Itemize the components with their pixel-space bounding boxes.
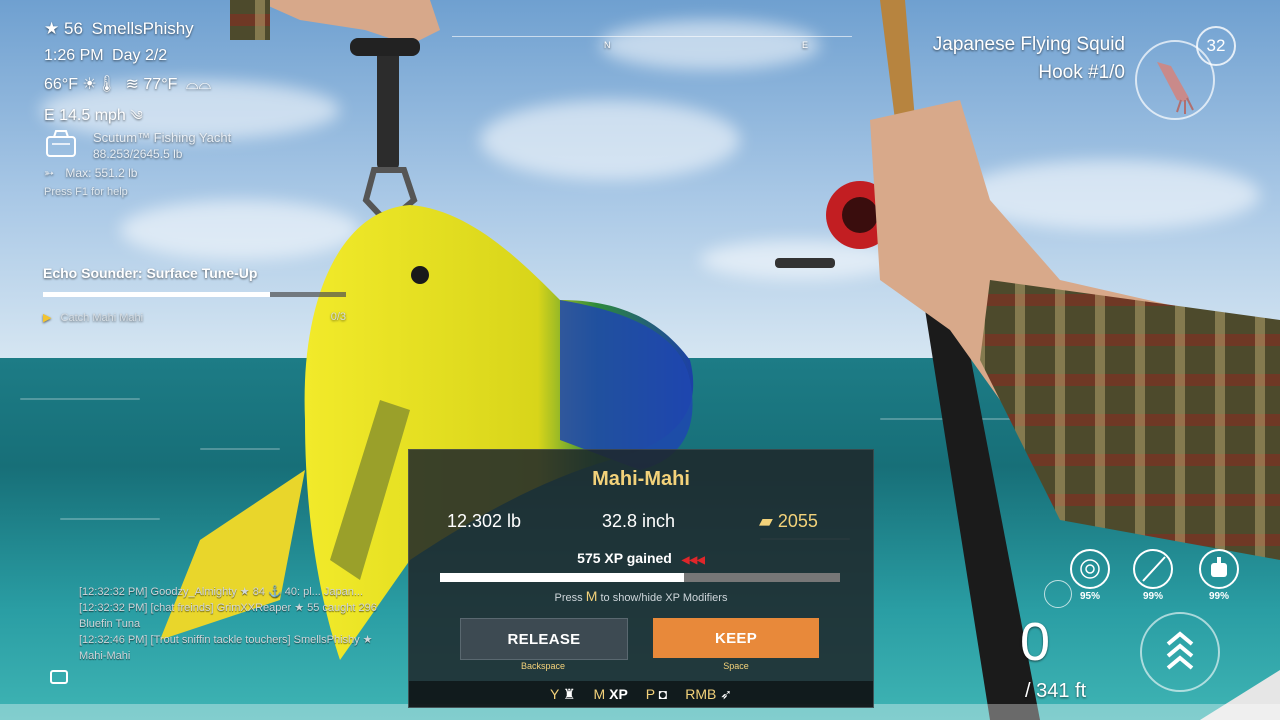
fish-value: ▰ 2055 xyxy=(759,511,818,532)
camera-icon: ◘ xyxy=(658,686,668,702)
chat-line: [12:32:46 PM] [Trout sniffin tackle touc… xyxy=(79,634,373,646)
compass-east: E xyxy=(802,40,809,50)
xp-hint-key: M xyxy=(585,588,598,604)
retrieve-chevrons-icon xyxy=(1166,631,1194,670)
quest-progress-fill xyxy=(43,292,271,297)
hotkey-key: P xyxy=(645,686,655,702)
rod-icon xyxy=(1142,556,1166,582)
trophy-icon: ♜ xyxy=(562,685,576,702)
bait-count: 32 xyxy=(1196,26,1236,66)
line-percent: 95% xyxy=(1079,591,1100,602)
release-hotkey: Backspace xyxy=(520,661,566,671)
water-temp: 77°F xyxy=(143,76,178,93)
chat-line: [12:32:32 PM] [chat freinds] GrimXXReape… xyxy=(79,602,377,614)
level-star-icon: ★ xyxy=(44,19,60,38)
wind-icon: ༄ xyxy=(130,108,143,123)
hotkey-key: M xyxy=(593,686,606,702)
hotkey-key: RMB xyxy=(685,685,717,702)
hotkey-bar: Y ♜ M XP P ◘ RMB ➶ xyxy=(409,681,873,707)
player-level: 56 xyxy=(63,19,83,38)
sunglasses-icon: ⌓⌓ xyxy=(185,76,212,93)
bait-hotkey[interactable]: RMB ➶ xyxy=(685,686,732,703)
rod-gauge[interactable] xyxy=(1133,549,1173,589)
line-spool-icon xyxy=(1080,559,1100,579)
reel-percent: 99% xyxy=(1208,591,1229,602)
chat-line: Mahi-Mahi xyxy=(79,650,131,662)
game-time: 1:26 PM Day 2/2 xyxy=(44,47,167,65)
boat-capacity: 88.253/2645.5 lb xyxy=(93,147,183,161)
xp-hotkey[interactable]: M XP xyxy=(594,686,628,702)
air-temp: 66°F xyxy=(44,76,78,93)
quest-title: Echo Sounder: Surface Tune-Up xyxy=(43,265,258,281)
boat-name: Scutum™ Fishing Yacht xyxy=(93,130,232,145)
sun-icon: ☀ xyxy=(82,76,97,93)
help-hint: Press F1 for help xyxy=(44,186,128,198)
rod-percent: 99% xyxy=(1142,591,1163,602)
xp-progress-fill xyxy=(440,573,684,582)
fish-species: Mahi-Mahi xyxy=(592,468,690,490)
game-scene: ★ 56 SmellsPhishy 1:26 PM Day 2/2 66°F ☀… xyxy=(0,0,1280,720)
compass-bar xyxy=(452,36,852,37)
fish-value-amount: 2055 xyxy=(777,511,818,531)
xp-gained-row: 575 XP gained ◀◀◀ xyxy=(409,550,873,566)
depth-max: / 341 ft xyxy=(1025,680,1087,702)
fish-icon: ➶ xyxy=(720,685,732,702)
chat-icon[interactable] xyxy=(50,670,68,684)
hotkey-label: XP xyxy=(609,686,628,702)
thermometer-icon: 🌡︎ xyxy=(96,76,118,93)
leader-gauge[interactable] xyxy=(1044,580,1072,608)
max-weight: Max: 551.2 lb xyxy=(65,166,138,180)
photo-hotkey[interactable]: P ◘ xyxy=(646,686,667,702)
keep-hotkey: Space xyxy=(723,661,749,671)
xp-hint-pre: Press xyxy=(554,592,583,604)
hotkey-key: Y xyxy=(550,685,560,702)
reel-gauge[interactable] xyxy=(1199,549,1239,589)
day-counter: Day 2/2 xyxy=(112,47,168,64)
compass-north: N xyxy=(604,40,611,50)
clock: 1:26 PM xyxy=(44,47,104,64)
fish-icon: ➳ xyxy=(44,166,55,180)
xp-hint: Press M to show/hide XP Modifiers xyxy=(409,588,873,604)
player-info: ★ 56 SmellsPhishy xyxy=(44,19,194,39)
xp-arrows-icon: ◀◀◀ xyxy=(681,555,705,566)
chat-line: Bluefin Tuna xyxy=(79,618,141,630)
boat-info: Scutum™ Fishing Yacht 88.253/2645.5 lb xyxy=(44,128,244,164)
wind-speed: E 14.5 mph xyxy=(44,107,126,124)
quest-progress-bar xyxy=(43,292,346,297)
cooler-icon xyxy=(46,130,76,157)
hook-size: Hook #1/0 xyxy=(1038,62,1125,83)
xp-hint-post: to show/hide XP Modifiers xyxy=(600,592,728,604)
xp-progress-bar xyxy=(440,573,840,582)
xp-gained: 575 XP gained xyxy=(577,550,672,566)
depth-dial[interactable] xyxy=(1140,612,1220,692)
line-gauge[interactable] xyxy=(1070,549,1110,589)
weather-row: 66°F ☀🌡︎ ≋ 77°F ⌓⌓ xyxy=(44,74,211,94)
catch-panel: Mahi-Mahi 12.302 lb 32.8 inch ▰ 2055 575… xyxy=(408,449,874,708)
trophy-hotkey[interactable]: Y ♜ xyxy=(550,686,576,703)
fish-length: 32.8 inch xyxy=(602,511,676,531)
quest-count: 0/3 xyxy=(330,311,346,323)
player-name: SmellsPhishy xyxy=(91,19,194,38)
bait-name: Japanese Flying Squid xyxy=(932,34,1125,55)
objective-arrow-icon: ▶ xyxy=(43,312,52,324)
fish-weight: 12.302 lb xyxy=(447,511,522,531)
money-icon: ▰ xyxy=(759,511,773,531)
reel-icon xyxy=(1211,557,1227,577)
quest-objective: Catch Mahi Mahi xyxy=(60,312,144,324)
keep-button[interactable]: KEEP xyxy=(653,618,819,658)
depth-current: 0 xyxy=(1020,612,1051,672)
water-icon: ≋ xyxy=(125,76,139,93)
max-weight-row: ➳ Max: 551.2 lb xyxy=(44,166,137,180)
chat-log: [12:32:32 PM] Goodzy_Almighty ★ 84 ⚓ 40:… xyxy=(79,584,409,664)
release-button[interactable]: RELEASE xyxy=(460,618,628,660)
quest-objective-row: ▶ Catch Mahi Mahi 0/3 xyxy=(43,311,346,324)
chat-line: [12:32:32 PM] Goodzy_Almighty ★ 84 ⚓ 40:… xyxy=(79,586,364,598)
